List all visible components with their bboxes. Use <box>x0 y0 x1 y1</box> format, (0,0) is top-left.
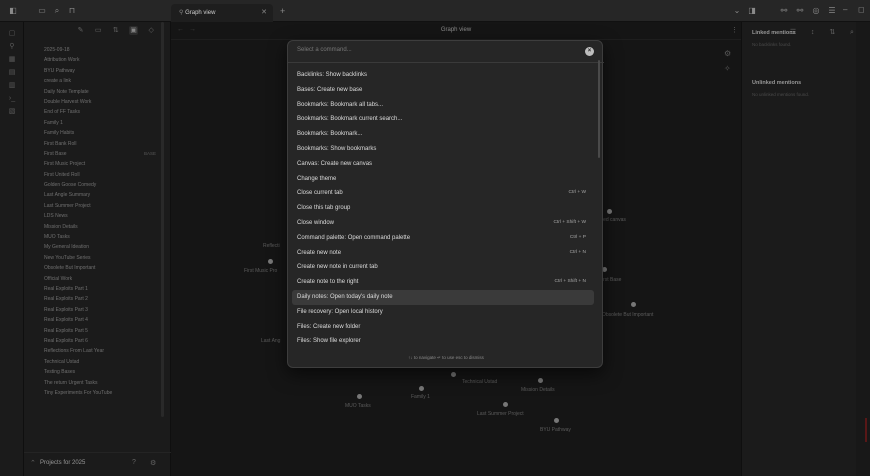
command-label: Create note to the right <box>297 279 359 286</box>
command-palette: Select a command... × Backlinks: Show ba… <box>287 40 604 368</box>
command-list: Backlinks: Show backlinks Bases: Create n… <box>292 68 594 349</box>
command-item[interactable]: Canvas: Create new canvas <box>292 157 594 172</box>
command-label: Bookmarks: Show bookmarks <box>297 145 377 152</box>
folder-icon[interactable]: ▭ <box>37 6 47 16</box>
tag-icon[interactable]: ◎ <box>811 6 821 16</box>
command-label: Close window <box>297 219 335 226</box>
command-label: Close this tab group <box>297 205 351 212</box>
command-label: File recovery: Open local history <box>297 308 383 315</box>
command-label: Create new note <box>297 249 342 256</box>
command-label: Files: Show file explorer <box>297 338 361 345</box>
close-tab-icon[interactable]: ✕ <box>261 8 267 16</box>
command-item[interactable]: Bookmarks: Bookmark... <box>292 127 594 142</box>
command-item[interactable]: Change theme <box>292 172 594 187</box>
command-label: Canvas: Create new canvas <box>297 160 373 167</box>
command-item[interactable]: Create new note in current tab <box>292 260 594 275</box>
clear-search-icon[interactable]: × <box>585 47 594 56</box>
command-item[interactable]: Close this tab group <box>292 201 594 216</box>
palette-footer-hints: ↑↓ to navigate ↵ to use esc to dismiss <box>408 355 484 360</box>
command-item[interactable]: Bookmarks: Bookmark current search... <box>292 112 594 127</box>
command-list-scrollbar[interactable] <box>598 60 600 158</box>
tab-list-icon[interactable]: ⌄ <box>732 6 742 16</box>
link-icon[interactable]: ⚯ <box>779 6 789 16</box>
bookmark-icon[interactable]: ⊓ <box>67 6 77 16</box>
command-label: Close current tab <box>297 190 343 197</box>
command-label: Create new note in current tab <box>297 264 378 271</box>
command-hotkey: Ctrl + N <box>569 249 586 255</box>
command-item[interactable]: Bases: Create new base <box>292 83 594 98</box>
tab-graph-view[interactable]: ⚲ Graph view ✕ <box>171 4 273 22</box>
search-icon[interactable]: ⌕ <box>52 6 62 16</box>
tab-title: Graph view <box>185 10 216 16</box>
command-item[interactable]: Create note to the right Ctrl + Shift + N <box>292 275 594 290</box>
command-item[interactable]: Files: Create new folder <box>292 320 594 335</box>
right-sidebar-toggle-icon[interactable]: ◨ <box>747 6 757 16</box>
command-item[interactable]: Daily notes: Open today's daily note <box>292 289 594 305</box>
outline-icon[interactable]: ☰ <box>827 6 837 16</box>
command-label: Change theme <box>297 175 337 182</box>
outgoing-link-icon[interactable]: ⚯ <box>795 6 805 16</box>
command-label: Backlinks: Show backlinks <box>297 72 368 78</box>
command-item[interactable]: Files: Show file explorer <box>292 334 594 349</box>
command-hotkey: Ctrl + Shift + W <box>553 219 586 225</box>
minimize-icon[interactable]: – <box>843 5 847 14</box>
command-hotkey: Ctrl + Shift + N <box>554 279 586 285</box>
command-item[interactable]: Create new note Ctrl + N <box>292 246 594 261</box>
command-label: Files: Create new folder <box>297 323 361 330</box>
command-item[interactable]: Command palette: Open command palette Ctr… <box>292 231 594 246</box>
maximize-icon[interactable]: ◻ <box>858 5 865 14</box>
command-item[interactable]: Close current tab Ctrl + W <box>292 186 594 201</box>
command-hotkey: Ctrl + P <box>569 234 586 240</box>
new-tab-icon[interactable]: + <box>280 6 285 16</box>
command-label: Bookmarks: Bookmark current search... <box>297 116 403 123</box>
command-label: Bookmarks: Bookmark... <box>297 131 363 138</box>
title-bar: ◧ ▭ ⌕ ⊓ ⚲ Graph view ✕ + ⌄ ◨ ⚯ ⚯ ◎ ☰ – ◻ <box>0 0 870 22</box>
sidebar-toggle-icon[interactable]: ◧ <box>8 6 18 16</box>
command-label: Bookmarks: Bookmark all tabs... <box>297 101 384 108</box>
command-item[interactable]: Backlinks: Show backlinks <box>292 68 594 83</box>
command-hotkey: Ctrl + W <box>568 190 586 196</box>
command-search-input[interactable]: Select a command... <box>288 41 604 63</box>
command-label: Bases: Create new base <box>297 86 363 93</box>
command-item[interactable]: Bookmarks: Show bookmarks <box>292 142 594 157</box>
command-item[interactable]: File recovery: Open local history <box>292 305 594 320</box>
command-item[interactable]: Bookmarks: Bookmark all tabs... <box>292 98 594 113</box>
command-item[interactable]: Close window Ctrl + Shift + W <box>292 216 594 231</box>
command-label: Daily notes: Open today's daily note <box>297 293 393 300</box>
command-label: Command palette: Open command palette <box>297 234 411 241</box>
